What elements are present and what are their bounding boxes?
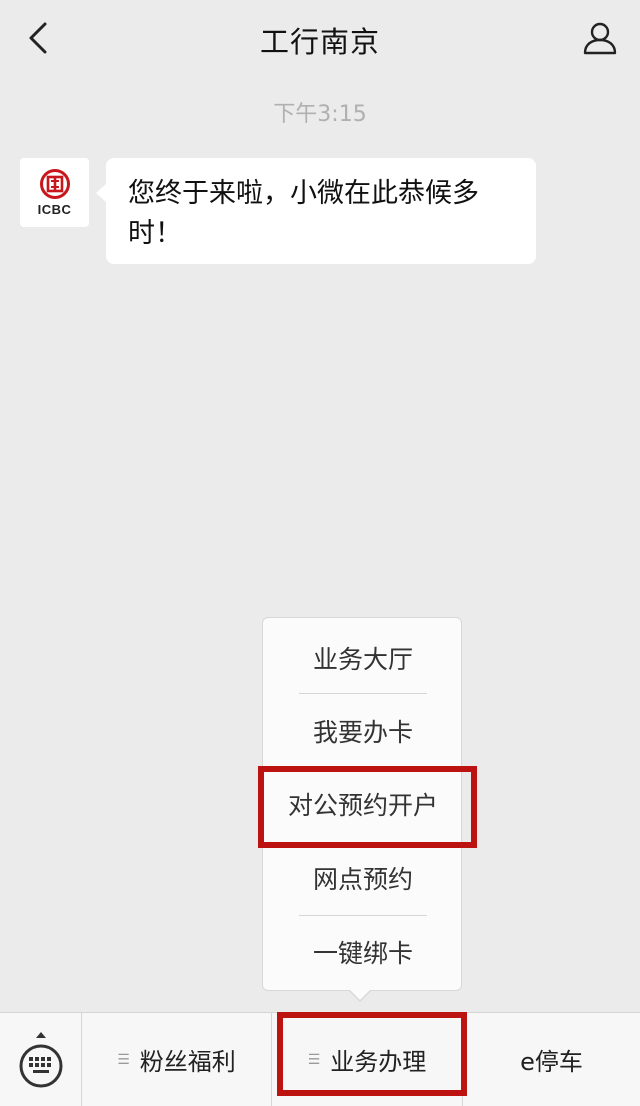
person-icon [583,22,617,55]
page-title: 工行南京 [259,25,380,59]
highlight-box-corporate-account [258,766,477,848]
submenu-pointer [350,990,370,1000]
submenu-item-branch-appointment[interactable]: 网点预约 [263,842,463,914]
keyboard-icon [19,1031,62,1087]
submenu-item-bind-card[interactable]: 一键绑卡 [263,916,463,988]
keyboard-toggle-button[interactable] [0,1013,82,1106]
submenu-item-business-hall[interactable]: 业务大厅 [263,622,463,694]
profile-button[interactable] [578,16,622,60]
menu-tab-label: e停车 [520,1048,583,1076]
menu-lines-icon: ☰ [117,1051,130,1068]
menu-tab-label: 粉丝福利 [139,1048,236,1076]
message-bubble: 您终于来啦，小微在此恭候多时！ [96,158,536,264]
submenu-divider [299,693,427,694]
chevron-left-icon [29,22,47,54]
menu-tab-fan-benefits[interactable]: ☰ 粉丝福利 [82,1013,272,1106]
highlight-box-business-tab [277,1012,467,1096]
message-timestamp: 下午3:15 [273,102,367,127]
icbc-logo-icon [39,169,70,199]
chat-screen: 工行南京 下午3:15 ICBC 您终于来啦，小微在此恭候多时！ 业务大厅 我要… [0,0,640,1106]
menu-tab-e-parking[interactable]: e停车 [462,1013,640,1106]
submenu-item-apply-card[interactable]: 我要办卡 [263,695,463,767]
avatar-logo-text: ICBC [37,202,72,217]
avatar[interactable]: ICBC [20,158,89,227]
nav-header: 工行南京 [0,0,640,80]
back-button[interactable] [18,18,58,58]
